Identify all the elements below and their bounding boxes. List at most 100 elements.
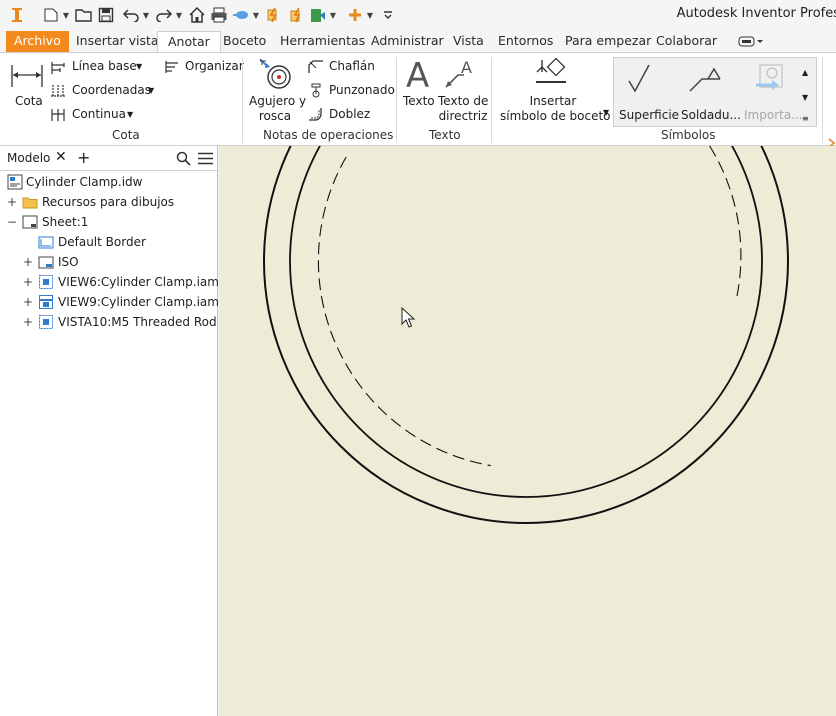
tab-vista[interactable]: Vista [453,31,484,52]
expand-icon[interactable]: + [22,295,34,309]
hole-thread-icon[interactable] [258,57,294,94]
dimension-icon[interactable] [10,61,44,92]
tab-herramientas[interactable]: Herramientas [280,31,365,52]
ribbon-display-toggle-icon[interactable] [738,35,764,48]
browser-header: Modelo ✕ + [0,146,217,171]
expand-icon[interactable]: + [22,255,34,269]
linea-base-button[interactable]: Línea base [72,59,137,74]
panel-title-cota: Cota [112,128,140,142]
insertar-simbolo-button[interactable]: Insertar símbolo de boceto [500,94,611,124]
redo-icon[interactable] [155,6,173,24]
doblez-button[interactable]: Doblez [329,107,370,122]
expand-icon[interactable]: + [22,315,34,329]
surface-texture-icon[interactable] [627,63,663,98]
menu-icon[interactable] [198,152,213,168]
drawing-canvas[interactable] [219,146,836,716]
model-browser: Modelo ✕ + Cylinder Clamp.idw + Recursos… [0,146,219,716]
import-symbol-icon[interactable] [752,63,786,98]
tab-para-empezar[interactable]: Para empezar [565,31,651,52]
punzonado-button[interactable]: Punzonado [329,83,395,98]
inner-circle[interactable] [289,146,763,498]
tree-item-vista10[interactable]: + VISTA10:M5 Threaded Rod.ipt [0,312,218,332]
insert-sketch-symbol-icon[interactable] [533,57,569,91]
browser-tab-modelo[interactable]: Modelo [7,151,50,165]
tab-anotar[interactable]: Anotar [157,31,221,52]
update-all-icon[interactable] [287,6,305,24]
agujero-rosca-button[interactable]: Agujero y rosca [249,94,307,124]
texto-directriz-button[interactable]: Texto de directriz [438,94,488,124]
new-dropdown-caret-icon[interactable]: ▼ [62,6,70,24]
visual-style-icon[interactable] [232,6,250,24]
tree-item-view9[interactable]: + VIEW9:Cylinder Clamp.iam [0,292,219,312]
welding-icon[interactable] [688,63,724,98]
inventor-logo-icon[interactable] [8,6,26,24]
folder-icon [22,197,38,209]
view-icon [39,295,53,309]
tree-item-sheet[interactable]: − Sheet:1 [0,212,218,232]
gallery-scroll-up-icon[interactable]: ▲ [802,65,808,80]
gallery-scroll-down-icon[interactable]: ▼ [802,90,808,105]
leader-text-icon[interactable]: A [444,58,478,94]
outer-circle[interactable] [263,146,789,524]
directriz-label-line1: Texto de [438,94,489,108]
tab-boceto[interactable]: Boceto [223,31,266,52]
customize-icon[interactable] [379,6,397,24]
tab-colaborar[interactable]: Colaborar [656,31,717,52]
update-icon[interactable] [265,6,283,24]
redo-dropdown-caret-icon[interactable]: ▼ [175,6,183,24]
organizar-button[interactable]: Organizar [185,59,244,74]
tree-item-recursos[interactable]: + Recursos para dibujos [0,192,218,212]
agujero-label-line2: rosca [258,109,292,123]
coordenadas-caret-icon[interactable]: ▼ [148,83,154,98]
open-icon[interactable] [75,6,93,24]
expand-icon[interactable]: + [22,275,34,289]
print-icon[interactable] [210,6,228,24]
expand-icon[interactable]: + [6,195,18,209]
chain-dimension-icon[interactable] [50,108,66,125]
baseline-dimension-icon[interactable] [50,61,66,78]
punch-icon[interactable] [307,82,325,101]
continua-button[interactable]: Continua [72,107,126,122]
coordenadas-button[interactable]: Coordenadas [72,83,151,98]
undo-dropdown-caret-icon[interactable]: ▼ [142,6,150,24]
search-icon[interactable] [176,151,191,169]
linea-base-caret-icon[interactable]: ▼ [136,59,142,74]
cota-button[interactable]: Cota [15,94,43,109]
chamfer-icon[interactable] [307,59,325,78]
tree-item-default-border[interactable]: Default Border [0,232,218,252]
tab-entornos[interactable]: Entornos [498,31,553,52]
visual-style-caret-icon[interactable]: ▼ [252,6,260,24]
tab-administrar[interactable]: Administrar [371,31,444,52]
continua-caret-icon[interactable]: ▼ [127,107,133,122]
insertar-simbolo-caret-icon[interactable]: ▼ [603,105,609,120]
appearance-caret-icon[interactable]: ▼ [329,6,337,24]
chaflan-button[interactable]: Chaflán [329,59,375,74]
collapse-icon[interactable]: − [6,215,18,229]
gallery-expand-icon[interactable]: ≡ [802,111,809,126]
tab-archivo[interactable]: Archivo [6,31,69,52]
texto-button[interactable]: Texto [403,94,435,109]
new-icon[interactable] [42,6,60,24]
tree-item-drawing[interactable]: Cylinder Clamp.idw [0,172,218,192]
tree-item-view6[interactable]: + VIEW6:Cylinder Clamp.iam [0,272,219,292]
bend-icon[interactable] [307,106,325,125]
soldadura-button[interactable]: Soldadu... [681,108,741,123]
text-icon[interactable]: A [404,56,434,96]
drawing-icon [7,174,23,190]
tree-item-iso[interactable]: + ISO [0,252,218,272]
add-icon[interactable] [346,6,364,24]
add-tab-icon[interactable]: + [77,148,90,167]
superficie-button[interactable]: Superficie [619,108,679,123]
save-icon[interactable] [97,6,115,24]
panel-title-simbolos: Símbolos [661,128,716,142]
home-icon[interactable] [188,6,206,24]
appearance-icon[interactable] [309,6,327,24]
tab-insertar-vistas[interactable]: Insertar vistas [76,31,165,52]
close-icon[interactable]: ✕ [55,149,67,165]
agujero-label-line1: Agujero y [249,94,307,108]
hidden-arc-right[interactable] [709,146,742,297]
arrange-icon[interactable] [164,60,180,77]
add-caret-icon[interactable]: ▼ [366,6,374,24]
ordinate-dimension-icon[interactable] [50,84,66,101]
undo-icon[interactable] [122,6,140,24]
